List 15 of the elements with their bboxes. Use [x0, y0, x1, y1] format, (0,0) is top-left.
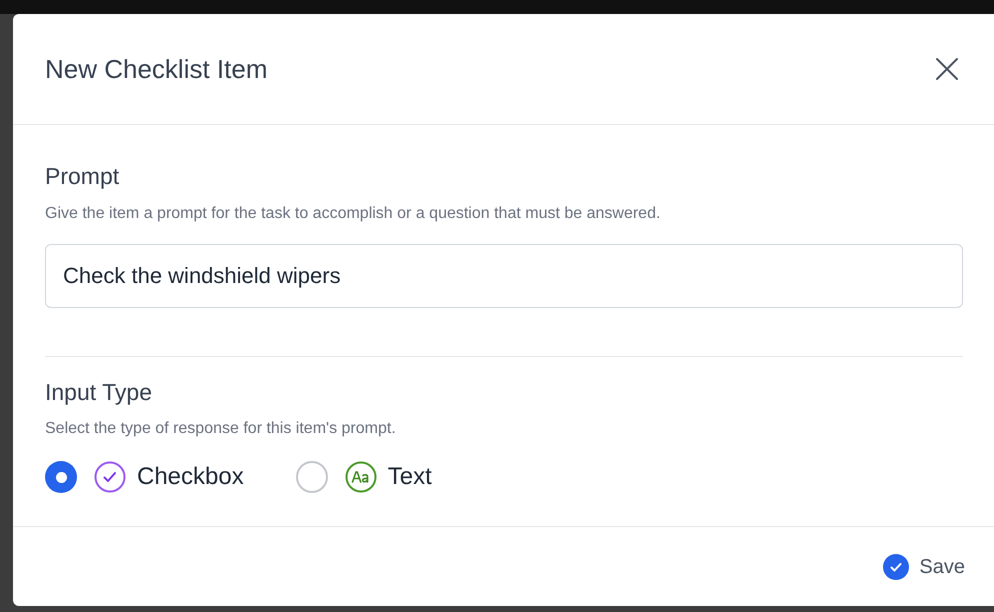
radio-button[interactable]	[296, 461, 328, 493]
option-label: Checkbox	[137, 462, 244, 492]
check-circle-icon	[883, 554, 910, 580]
check-circle-icon	[94, 461, 126, 493]
field-label: Input Type	[45, 378, 153, 407]
prompt-field[interactable]: Check the windshield wipers	[45, 244, 963, 308]
help-text: Give the item a prompt for the task to accomplish or a question that must be answered.	[45, 204, 662, 224]
close-icon	[935, 57, 959, 81]
text-circle-icon	[344, 461, 377, 493]
save-button[interactable]: Save	[883, 552, 965, 582]
help-text: Select the type of response for this item's prompt.	[45, 419, 397, 439]
field-label: Prompt	[45, 162, 120, 191]
option-label: Text	[388, 462, 432, 492]
dialog-title: New Checklist Item	[45, 52, 268, 86]
radio-button[interactable]	[45, 461, 77, 493]
